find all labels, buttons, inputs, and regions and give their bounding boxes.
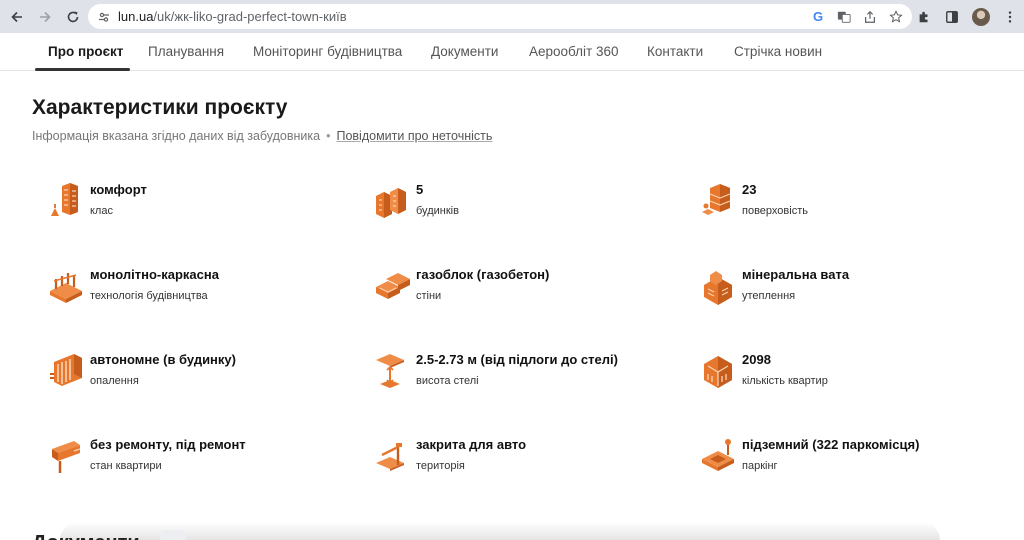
developer-info-note: Інформація вказана згідно даних від забу… bbox=[32, 129, 321, 143]
tab-news-feed[interactable]: Стрічка новин bbox=[734, 33, 822, 71]
characteristic-construction-technology: монолітно-каркасна технологія будівництв… bbox=[48, 267, 348, 317]
characteristic-insulation: мінеральна вата утеплення bbox=[700, 267, 1000, 317]
report-inaccuracy-link[interactable]: Повідомити про неточність bbox=[336, 129, 492, 143]
url-host: lun.ua bbox=[118, 9, 154, 24]
characteristic-value: закрита для авто bbox=[416, 437, 527, 452]
active-tab-indicator bbox=[35, 68, 130, 71]
forward-icon[interactable] bbox=[34, 6, 56, 28]
extensions-icon[interactable] bbox=[916, 9, 932, 25]
characteristic-value: 5 bbox=[416, 182, 424, 197]
walls-icon bbox=[376, 273, 410, 299]
characteristic-territory: закрита для авто територія bbox=[374, 437, 674, 487]
site-info-icon[interactable] bbox=[98, 11, 110, 23]
characteristic-value: без ремонту, під ремонт bbox=[90, 437, 246, 452]
browser-toolbar: lun.ua/uk/жк-liko-grad-perfect-town-київ… bbox=[0, 0, 1024, 33]
project-tabs: Про проєкт Планування Моніторинг будівни… bbox=[0, 33, 1024, 71]
characteristic-ceiling-height: 2.5-2.73 м (від підлоги до стелі) висота… bbox=[374, 352, 674, 402]
characteristic-buildings-count: 5 будинків bbox=[374, 182, 674, 232]
share-icon[interactable] bbox=[862, 9, 878, 25]
documents-section-title: Документи bbox=[32, 532, 140, 540]
url-path: /uk/жк-liko-grad-perfect-town-київ bbox=[153, 9, 347, 24]
tab-construction-monitoring[interactable]: Моніторинг будівництва bbox=[253, 33, 402, 71]
characteristic-value: монолітно-каркасна bbox=[90, 267, 219, 282]
kebab-menu-icon[interactable] bbox=[1002, 9, 1018, 25]
google-icon[interactable]: G bbox=[810, 9, 826, 25]
characteristic-label: технологія будівництва bbox=[90, 290, 208, 302]
characteristic-parking: підземний (322 паркомісця) паркінг bbox=[700, 437, 1000, 487]
bookmark-star-icon[interactable] bbox=[888, 9, 904, 25]
tab-contacts[interactable]: Контакти bbox=[647, 33, 703, 71]
building-class-icon bbox=[51, 183, 78, 216]
houses-icon bbox=[376, 188, 406, 218]
characteristic-label: кількість квартир bbox=[742, 375, 828, 387]
characteristic-value: 2098 bbox=[742, 352, 771, 367]
tab-layouts[interactable]: Планування bbox=[148, 33, 224, 71]
tab-about-project[interactable]: Про проєкт bbox=[48, 33, 123, 71]
address-bar[interactable]: lun.ua/uk/жк-liko-grad-perfect-town-київ… bbox=[88, 4, 912, 29]
documents-section-arrow-icon[interactable] bbox=[160, 530, 186, 540]
section-subtitle: Інформація вказана згідно даних від забу… bbox=[32, 129, 492, 143]
tab-aerial-360[interactable]: Аерообліт 360 bbox=[529, 33, 619, 71]
characteristic-label: територія bbox=[416, 460, 465, 472]
translate-icon[interactable] bbox=[836, 9, 852, 25]
characteristic-label: опалення bbox=[90, 375, 139, 387]
characteristic-value: 2.5-2.73 м (від підлоги до стелі) bbox=[416, 352, 618, 367]
characteristic-label: стіни bbox=[416, 290, 442, 302]
floors-icon bbox=[702, 184, 731, 215]
tab-documents[interactable]: Документи bbox=[431, 33, 498, 71]
characteristic-label: висота стелі bbox=[416, 375, 479, 387]
characteristic-label: поверховість bbox=[742, 205, 808, 217]
characteristic-value: підземний (322 паркомісця) bbox=[742, 437, 920, 452]
url-text: lun.ua/uk/жк-liko-grad-perfect-town-київ bbox=[118, 9, 347, 24]
characteristic-heating: автономне (в будинку) опалення bbox=[48, 352, 348, 402]
side-panel-icon[interactable] bbox=[944, 9, 960, 25]
characteristic-walls: газоблок (газобетон) стіни bbox=[374, 267, 674, 317]
characteristic-value: комфорт bbox=[90, 182, 147, 197]
characteristic-label: стан квартири bbox=[90, 460, 162, 472]
characteristic-apartments-count: 2098 кількість квартир bbox=[700, 352, 1000, 402]
section-title: Характеристики проєкту bbox=[32, 96, 288, 119]
back-icon[interactable] bbox=[6, 6, 28, 28]
ceiling-height-icon bbox=[376, 354, 404, 388]
characteristic-floors: 23 поверховість bbox=[700, 182, 1000, 232]
sticky-panel-shadow bbox=[60, 522, 940, 540]
characteristic-value: газоблок (газобетон) bbox=[416, 267, 550, 282]
reload-icon[interactable] bbox=[62, 6, 84, 28]
characteristic-value: 23 bbox=[742, 182, 757, 197]
characteristic-label: паркінг bbox=[742, 460, 778, 472]
characteristic-class: комфорт клас bbox=[48, 182, 348, 232]
apartments-icon bbox=[704, 356, 732, 388]
characteristic-value: мінеральна вата bbox=[742, 267, 850, 282]
renovation-icon bbox=[52, 441, 81, 473]
construction-tech-icon bbox=[50, 273, 82, 303]
characteristic-label: клас bbox=[90, 205, 113, 217]
characteristic-apartment-condition: без ремонту, під ремонт стан квартири bbox=[48, 437, 348, 487]
subtitle-separator: • bbox=[326, 129, 331, 143]
characteristic-value: автономне (в будинку) bbox=[90, 352, 236, 367]
profile-avatar[interactable] bbox=[972, 7, 990, 26]
heating-icon bbox=[50, 354, 82, 386]
parking-icon bbox=[702, 439, 734, 471]
insulation-icon bbox=[704, 271, 732, 305]
characteristic-label: утеплення bbox=[742, 290, 796, 302]
characteristic-label: будинків bbox=[416, 205, 459, 217]
territory-icon bbox=[376, 443, 404, 471]
